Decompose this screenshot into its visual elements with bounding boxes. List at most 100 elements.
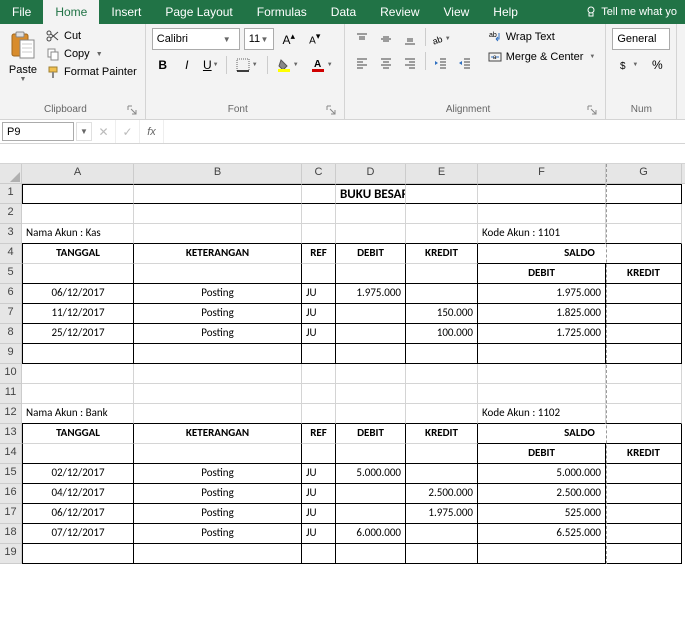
row-header[interactable]: 17 [0,504,22,524]
cell[interactable] [406,544,478,564]
cell[interactable] [336,204,406,224]
row-header[interactable]: 18 [0,524,22,544]
cell[interactable] [336,384,406,404]
cell[interactable] [606,344,682,364]
row-header[interactable]: 12 [0,404,22,424]
cell[interactable] [606,224,682,244]
cell[interactable] [478,544,606,564]
header-debit[interactable]: DEBIT [336,244,406,264]
font-size-combo[interactable]: 11▼ [244,28,274,50]
cell-debit[interactable] [336,324,406,344]
cell[interactable] [406,204,478,224]
tab-insert[interactable]: Insert [99,0,153,24]
cell-debit[interactable]: 1.975.000 [336,284,406,304]
cell[interactable] [406,444,478,464]
cell-tanggal[interactable]: 07/12/2017 [22,524,134,544]
name-box[interactable]: P9 [2,122,74,141]
cell[interactable] [134,344,302,364]
italic-button[interactable]: I [176,54,198,76]
account-name[interactable]: Nama Akun : Kas [22,224,134,244]
font-dialog-launcher[interactable] [324,103,338,117]
cell[interactable] [336,444,406,464]
cell[interactable] [22,544,134,564]
header-saldo-kredit[interactable]: KREDIT [606,444,682,464]
cell-saldo-debit[interactable]: 5.000.000 [478,464,606,484]
cell[interactable] [406,264,478,284]
alignment-dialog-launcher[interactable] [585,103,599,117]
cell[interactable] [336,544,406,564]
row-header[interactable]: 13 [0,424,22,444]
cell[interactable] [606,204,682,224]
cell[interactable] [302,444,336,464]
cell-ref[interactable]: JU [302,324,336,344]
cell-saldo-kredit[interactable] [606,304,682,324]
merge-center-button[interactable]: a Merge & Center ▼ [484,48,600,66]
title-cell[interactable]: BUKU BESAR [336,184,406,204]
cell[interactable] [134,204,302,224]
row-header[interactable]: 10 [0,364,22,384]
decrease-indent-button[interactable] [430,52,452,74]
insert-function-button[interactable]: fx [140,120,164,143]
wrap-text-button[interactable]: ab Wrap Text [484,28,600,46]
align-left-button[interactable] [351,52,373,74]
formula-input[interactable] [164,120,685,143]
cell-keterangan[interactable]: Posting [134,524,302,544]
cell-saldo-kredit[interactable] [606,284,682,304]
cell-tanggal[interactable]: 06/12/2017 [22,284,134,304]
row-header[interactable]: 16 [0,484,22,504]
header-ref[interactable]: REF [302,424,336,444]
cell-keterangan[interactable]: Posting [134,464,302,484]
cell-keterangan[interactable]: Posting [134,484,302,504]
header-tanggal[interactable]: TANGGAL [22,244,134,264]
cancel-formula-button[interactable]: ✕ [92,120,116,143]
row-header[interactable]: 5 [0,264,22,284]
cell[interactable] [302,204,336,224]
cell[interactable] [406,224,478,244]
col-header-E[interactable]: E [406,164,478,183]
cell[interactable] [406,344,478,364]
cell-ref[interactable]: JU [302,284,336,304]
account-code[interactable]: Kode Akun : 1101 [478,224,606,244]
cell-saldo-kredit[interactable] [606,524,682,544]
cell-saldo-debit[interactable]: 1.825.000 [478,304,606,324]
align-center-button[interactable] [375,52,397,74]
align-right-button[interactable] [399,52,421,74]
row-header[interactable]: 19 [0,544,22,564]
cell[interactable] [336,404,406,424]
row-header[interactable]: 9 [0,344,22,364]
cell[interactable] [22,384,134,404]
account-name[interactable]: Nama Akun : Bank [22,404,134,424]
cell-keterangan[interactable]: Posting [134,304,302,324]
header-saldo[interactable]: SALDO [478,244,682,264]
cell[interactable] [134,224,302,244]
name-box-dropdown[interactable]: ▼ [76,122,92,141]
header-kredit[interactable]: KREDIT [406,424,478,444]
header-debit[interactable]: DEBIT [336,424,406,444]
paste-button[interactable]: Paste ▼ [4,26,42,102]
cell[interactable] [478,184,606,204]
tab-home[interactable]: Home [43,0,99,24]
cell-tanggal[interactable]: 25/12/2017 [22,324,134,344]
cell-ref[interactable]: JU [302,304,336,324]
row-header[interactable]: 15 [0,464,22,484]
cell[interactable] [302,224,336,244]
cell[interactable] [22,444,134,464]
cell-debit[interactable]: 5.000.000 [336,464,406,484]
cell[interactable] [336,264,406,284]
col-header-B[interactable]: B [134,164,302,183]
cell[interactable] [134,444,302,464]
cell[interactable] [606,184,682,204]
cell-tanggal[interactable]: 04/12/2017 [22,484,134,504]
cell[interactable] [478,344,606,364]
col-header-D[interactable]: D [336,164,406,183]
cell[interactable] [302,264,336,284]
header-keterangan[interactable]: KETERANGAN [134,424,302,444]
cell-kredit[interactable]: 2.500.000 [406,484,478,504]
accounting-format-button[interactable]: $▼ [612,54,644,76]
cell-saldo-debit[interactable]: 525.000 [478,504,606,524]
col-header-C[interactable]: C [302,164,336,183]
header-keterangan[interactable]: KETERANGAN [134,244,302,264]
cell-debit[interactable] [336,484,406,504]
cell[interactable] [302,404,336,424]
cell[interactable] [336,224,406,244]
